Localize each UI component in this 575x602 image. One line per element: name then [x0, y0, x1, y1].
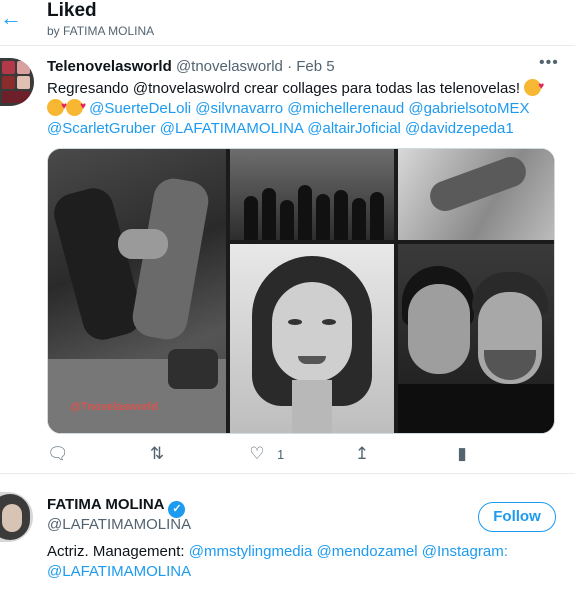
mention-link[interactable]: @mmstylingmedia: [189, 543, 313, 560]
page-subtitle: by FATIMA MOLINA: [47, 24, 155, 38]
tweet-media-collage[interactable]: @Tnovelasworld: [47, 148, 555, 434]
analytics-icon: ▮: [457, 444, 467, 463]
mention-link[interactable]: @LAFATIMAMOLINA: [47, 563, 191, 580]
tweet-date[interactable]: Feb 5: [296, 58, 334, 75]
page-header: ← Liked by FATIMA MOLINA: [0, 0, 575, 46]
mention-link[interactable]: @mendozamel: [317, 543, 418, 560]
smiling-face-with-hearts-icon: [524, 77, 544, 97]
reply-button[interactable]: 🗨: [47, 442, 69, 466]
collage-photo-couple-seated[interactable]: @Tnovelasworld: [48, 149, 226, 433]
retweet-button[interactable]: ⇅: [147, 442, 167, 466]
media-watermark: @Tnovelasworld: [70, 401, 158, 413]
separator-dot: ·: [287, 58, 293, 75]
smiling-face-with-hearts-icon: [66, 97, 86, 117]
like-count: 1: [277, 446, 285, 462]
analytics-button[interactable]: ▮: [452, 442, 472, 466]
collage-photo-cast-group[interactable]: [230, 149, 394, 240]
mention-link[interactable]: @davidzepeda1: [405, 120, 514, 137]
page-title: Liked: [47, 0, 97, 21]
collage-photo-embrace[interactable]: [398, 149, 554, 240]
avatar[interactable]: [0, 492, 33, 542]
mention-link[interactable]: @altairJoficial: [307, 120, 401, 137]
bio-text: Actriz. Management:: [47, 543, 185, 560]
smiling-face-with-hearts-icon: [47, 97, 67, 117]
user-name[interactable]: FATIMA MOLINA ✓: [47, 496, 186, 518]
like-button[interactable]: ♡ 1: [247, 442, 284, 466]
share-icon: ↥: [354, 444, 370, 463]
tweet-text-start: Regresando @tnovelaswolrd crear collages…: [47, 80, 520, 97]
tweet[interactable]: Telenovelasworld @tnovelasworld · Feb 5 …: [0, 46, 575, 474]
follow-button[interactable]: Follow: [478, 502, 556, 532]
more-icon[interactable]: •••: [539, 54, 559, 72]
retweet-icon: ⇅: [149, 444, 165, 463]
mention-link[interactable]: @ScarletGruber: [47, 120, 156, 137]
user-handle[interactable]: @LAFATIMAMOLINA: [47, 516, 191, 533]
tweet-header: Telenovelasworld @tnovelasworld · Feb 5: [47, 58, 335, 75]
tweet-text: Regresando @tnovelaswolrd crear collages…: [47, 77, 559, 139]
mention-link[interactable]: @LAFATIMAMOLINA: [160, 120, 303, 137]
avatar[interactable]: [0, 58, 34, 106]
tweet-author-name[interactable]: Telenovelasworld: [47, 58, 172, 75]
collage-photo-portrait-woman[interactable]: [230, 244, 394, 433]
user-bio: Actriz. Management: @mmstylingmedia @men…: [47, 542, 547, 582]
reply-icon: 🗨: [47, 444, 69, 463]
mention-link[interactable]: @gabrielsotoMEX: [408, 100, 529, 117]
user-name-text[interactable]: FATIMA MOLINA: [47, 496, 164, 513]
heart-icon: ♡: [249, 444, 265, 463]
tweet-actions: 🗨 ⇅ ♡ 1 ↥ ▮: [47, 440, 559, 468]
mention-link[interactable]: @Instagram:: [422, 543, 508, 560]
arrow-left-icon[interactable]: ←: [0, 6, 22, 30]
mention-link[interactable]: @michellerenaud: [287, 100, 404, 117]
mention-link[interactable]: @silvnavarro: [195, 100, 283, 117]
user-card[interactable]: FATIMA MOLINA ✓ @LAFATIMAMOLINA Follow Ac…: [0, 486, 575, 602]
collage-photo-couple-portrait[interactable]: [398, 244, 554, 433]
share-button[interactable]: ↥: [352, 442, 372, 466]
mention-link[interactable]: @SuerteDeLoli: [89, 100, 191, 117]
tweet-author-handle[interactable]: @tnovelasworld: [176, 58, 283, 75]
